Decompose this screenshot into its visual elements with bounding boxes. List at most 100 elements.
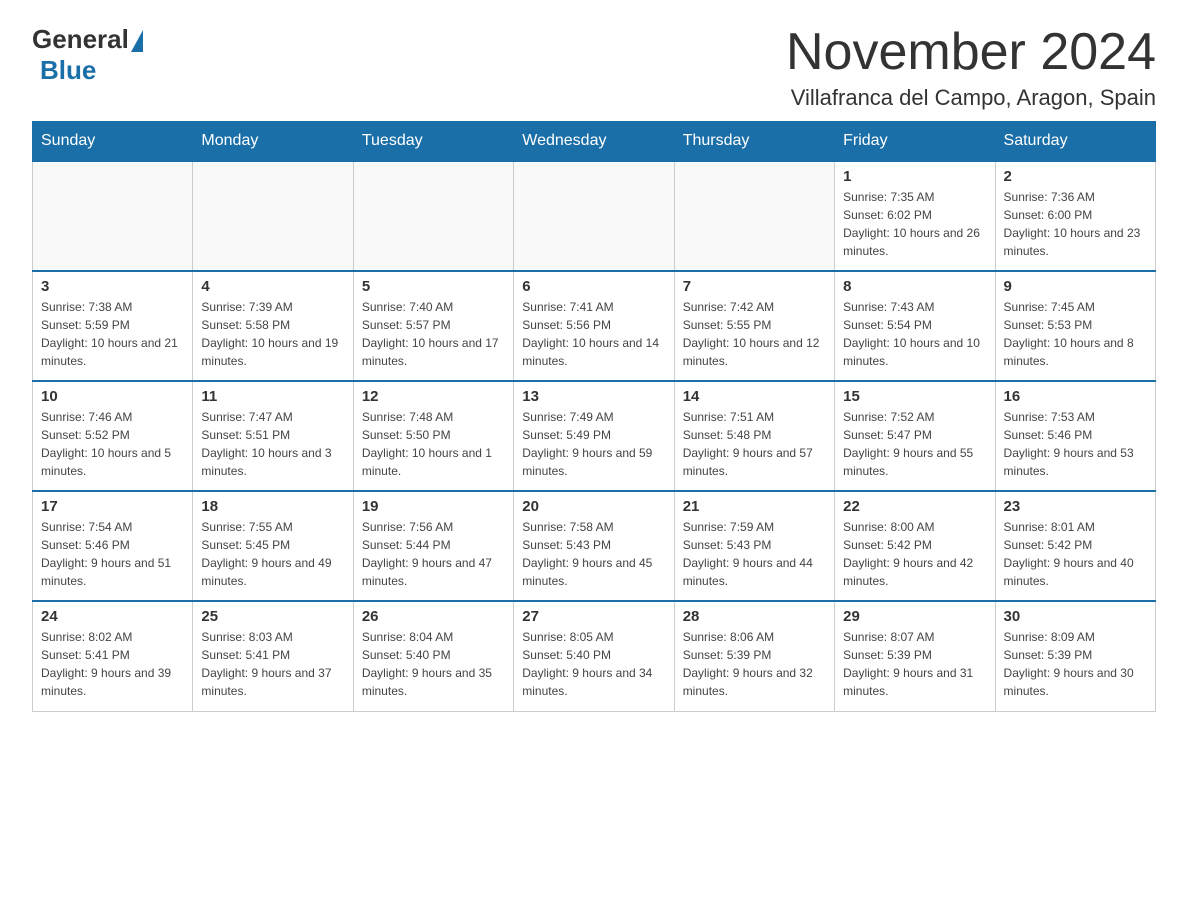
calendar-week-row: 24 Sunrise: 8:02 AM Sunset: 5:41 PM Dayli…	[33, 601, 1156, 711]
calendar-week-row: 1Sunrise: 7:35 AM Sunset: 6:02 PM Daylig…	[33, 161, 1156, 271]
day-number: 19	[362, 498, 505, 515]
header-friday: Friday	[835, 122, 995, 162]
calendar-cell: 1Sunrise: 7:35 AM Sunset: 6:02 PM Daylig…	[835, 161, 995, 271]
day-info: Sunrise: 8:01 AM Sunset: 5:42 PM Dayligh…	[1004, 518, 1147, 590]
calendar-cell: 18 Sunrise: 7:55 AM Sunset: 5:45 PM Dayli…	[193, 491, 353, 601]
calendar-cell: 24 Sunrise: 8:02 AM Sunset: 5:41 PM Dayli…	[33, 601, 193, 711]
header-monday: Monday	[193, 122, 353, 162]
day-info: Sunrise: 8:06 AM Sunset: 5:39 PM Dayligh…	[683, 628, 826, 700]
calendar-cell	[514, 161, 674, 271]
day-number: 2	[1004, 168, 1147, 185]
day-number: 22	[843, 498, 986, 515]
header-sunday: Sunday	[33, 122, 193, 162]
calendar-cell: 19 Sunrise: 7:56 AM Sunset: 5:44 PM Dayli…	[353, 491, 513, 601]
day-info: Sunrise: 7:51 AM Sunset: 5:48 PM Dayligh…	[683, 408, 826, 480]
calendar-cell: 20Sunrise: 7:58 AM Sunset: 5:43 PM Dayli…	[514, 491, 674, 601]
logo-general-text: General	[32, 24, 129, 55]
subtitle: Villafranca del Campo, Aragon, Spain	[786, 85, 1156, 111]
day-info: Sunrise: 7:41 AM Sunset: 5:56 PM Dayligh…	[522, 298, 665, 370]
day-number: 21	[683, 498, 826, 515]
logo-triangle-icon	[131, 30, 143, 52]
day-number: 18	[201, 498, 344, 515]
day-number: 30	[1004, 608, 1147, 625]
day-number: 29	[843, 608, 986, 625]
day-number: 26	[362, 608, 505, 625]
calendar-cell	[353, 161, 513, 271]
calendar-cell: 30 Sunrise: 8:09 AM Sunset: 5:39 PM Dayli…	[995, 601, 1155, 711]
day-info: Sunrise: 8:05 AM Sunset: 5:40 PM Dayligh…	[522, 628, 665, 700]
calendar-cell: 7Sunrise: 7:42 AM Sunset: 5:55 PM Daylig…	[674, 271, 834, 381]
logo: General Blue	[32, 24, 143, 86]
day-number: 16	[1004, 388, 1147, 405]
calendar-cell: 10Sunrise: 7:46 AM Sunset: 5:52 PM Dayli…	[33, 381, 193, 491]
day-info: Sunrise: 7:53 AM Sunset: 5:46 PM Dayligh…	[1004, 408, 1147, 480]
calendar-cell: 15 Sunrise: 7:52 AM Sunset: 5:47 PM Dayli…	[835, 381, 995, 491]
day-number: 6	[522, 278, 665, 295]
calendar-cell	[33, 161, 193, 271]
day-info: Sunrise: 7:36 AM Sunset: 6:00 PM Dayligh…	[1004, 188, 1147, 260]
calendar-table: SundayMondayTuesdayWednesdayThursdayFrid…	[32, 121, 1156, 712]
day-number: 24	[41, 608, 184, 625]
day-number: 17	[41, 498, 184, 515]
day-number: 12	[362, 388, 505, 405]
day-info: Sunrise: 8:07 AM Sunset: 5:39 PM Dayligh…	[843, 628, 986, 700]
calendar-cell: 28 Sunrise: 8:06 AM Sunset: 5:39 PM Dayli…	[674, 601, 834, 711]
day-info: Sunrise: 7:42 AM Sunset: 5:55 PM Dayligh…	[683, 298, 826, 370]
day-info: Sunrise: 7:56 AM Sunset: 5:44 PM Dayligh…	[362, 518, 505, 590]
day-info: Sunrise: 7:39 AM Sunset: 5:58 PM Dayligh…	[201, 298, 344, 370]
day-number: 11	[201, 388, 344, 405]
day-number: 3	[41, 278, 184, 295]
day-number: 8	[843, 278, 986, 295]
day-info: Sunrise: 7:49 AM Sunset: 5:49 PM Dayligh…	[522, 408, 665, 480]
calendar-cell: 9 Sunrise: 7:45 AM Sunset: 5:53 PM Daylig…	[995, 271, 1155, 381]
main-title: November 2024	[786, 24, 1156, 81]
calendar-cell: 2 Sunrise: 7:36 AM Sunset: 6:00 PM Daylig…	[995, 161, 1155, 271]
header-wednesday: Wednesday	[514, 122, 674, 162]
day-info: Sunrise: 7:40 AM Sunset: 5:57 PM Dayligh…	[362, 298, 505, 370]
day-number: 1	[843, 168, 986, 185]
calendar-cell: 4 Sunrise: 7:39 AM Sunset: 5:58 PM Daylig…	[193, 271, 353, 381]
calendar-cell: 25Sunrise: 8:03 AM Sunset: 5:41 PM Dayli…	[193, 601, 353, 711]
header-tuesday: Tuesday	[353, 122, 513, 162]
day-info: Sunrise: 7:52 AM Sunset: 5:47 PM Dayligh…	[843, 408, 986, 480]
calendar-cell: 17 Sunrise: 7:54 AM Sunset: 5:46 PM Dayli…	[33, 491, 193, 601]
day-number: 28	[683, 608, 826, 625]
logo-blue-text: Blue	[40, 55, 96, 85]
day-number: 9	[1004, 278, 1147, 295]
day-info: Sunrise: 7:59 AM Sunset: 5:43 PM Dayligh…	[683, 518, 826, 590]
day-info: Sunrise: 8:04 AM Sunset: 5:40 PM Dayligh…	[362, 628, 505, 700]
day-info: Sunrise: 8:02 AM Sunset: 5:41 PM Dayligh…	[41, 628, 184, 700]
calendar-cell: 13Sunrise: 7:49 AM Sunset: 5:49 PM Dayli…	[514, 381, 674, 491]
day-info: Sunrise: 7:48 AM Sunset: 5:50 PM Dayligh…	[362, 408, 505, 480]
day-number: 14	[683, 388, 826, 405]
calendar-cell: 12 Sunrise: 7:48 AM Sunset: 5:50 PM Dayli…	[353, 381, 513, 491]
calendar-cell: 5Sunrise: 7:40 AM Sunset: 5:57 PM Daylig…	[353, 271, 513, 381]
day-info: Sunrise: 7:43 AM Sunset: 5:54 PM Dayligh…	[843, 298, 986, 370]
day-number: 4	[201, 278, 344, 295]
calendar-header-row: SundayMondayTuesdayWednesdayThursdayFrid…	[33, 122, 1156, 162]
calendar-cell	[193, 161, 353, 271]
calendar-cell	[674, 161, 834, 271]
title-block: November 2024 Villafranca del Campo, Ara…	[786, 24, 1156, 111]
calendar-cell: 16 Sunrise: 7:53 AM Sunset: 5:46 PM Dayli…	[995, 381, 1155, 491]
calendar-cell: 3 Sunrise: 7:38 AM Sunset: 5:59 PM Daylig…	[33, 271, 193, 381]
day-info: Sunrise: 7:54 AM Sunset: 5:46 PM Dayligh…	[41, 518, 184, 590]
calendar-cell: 21 Sunrise: 7:59 AM Sunset: 5:43 PM Dayli…	[674, 491, 834, 601]
day-number: 25	[201, 608, 344, 625]
header-thursday: Thursday	[674, 122, 834, 162]
calendar-cell: 11 Sunrise: 7:47 AM Sunset: 5:51 PM Dayli…	[193, 381, 353, 491]
day-info: Sunrise: 7:47 AM Sunset: 5:51 PM Dayligh…	[201, 408, 344, 480]
calendar-cell: 26 Sunrise: 8:04 AM Sunset: 5:40 PM Dayli…	[353, 601, 513, 711]
day-info: Sunrise: 7:45 AM Sunset: 5:53 PM Dayligh…	[1004, 298, 1147, 370]
calendar-cell: 27Sunrise: 8:05 AM Sunset: 5:40 PM Dayli…	[514, 601, 674, 711]
calendar-cell: 14 Sunrise: 7:51 AM Sunset: 5:48 PM Dayli…	[674, 381, 834, 491]
day-info: Sunrise: 8:00 AM Sunset: 5:42 PM Dayligh…	[843, 518, 986, 590]
calendar-week-row: 17 Sunrise: 7:54 AM Sunset: 5:46 PM Dayli…	[33, 491, 1156, 601]
day-info: Sunrise: 7:55 AM Sunset: 5:45 PM Dayligh…	[201, 518, 344, 590]
day-info: Sunrise: 7:38 AM Sunset: 5:59 PM Dayligh…	[41, 298, 184, 370]
header-saturday: Saturday	[995, 122, 1155, 162]
calendar-week-row: 3 Sunrise: 7:38 AM Sunset: 5:59 PM Daylig…	[33, 271, 1156, 381]
day-info: Sunrise: 8:09 AM Sunset: 5:39 PM Dayligh…	[1004, 628, 1147, 700]
day-number: 23	[1004, 498, 1147, 515]
day-number: 15	[843, 388, 986, 405]
